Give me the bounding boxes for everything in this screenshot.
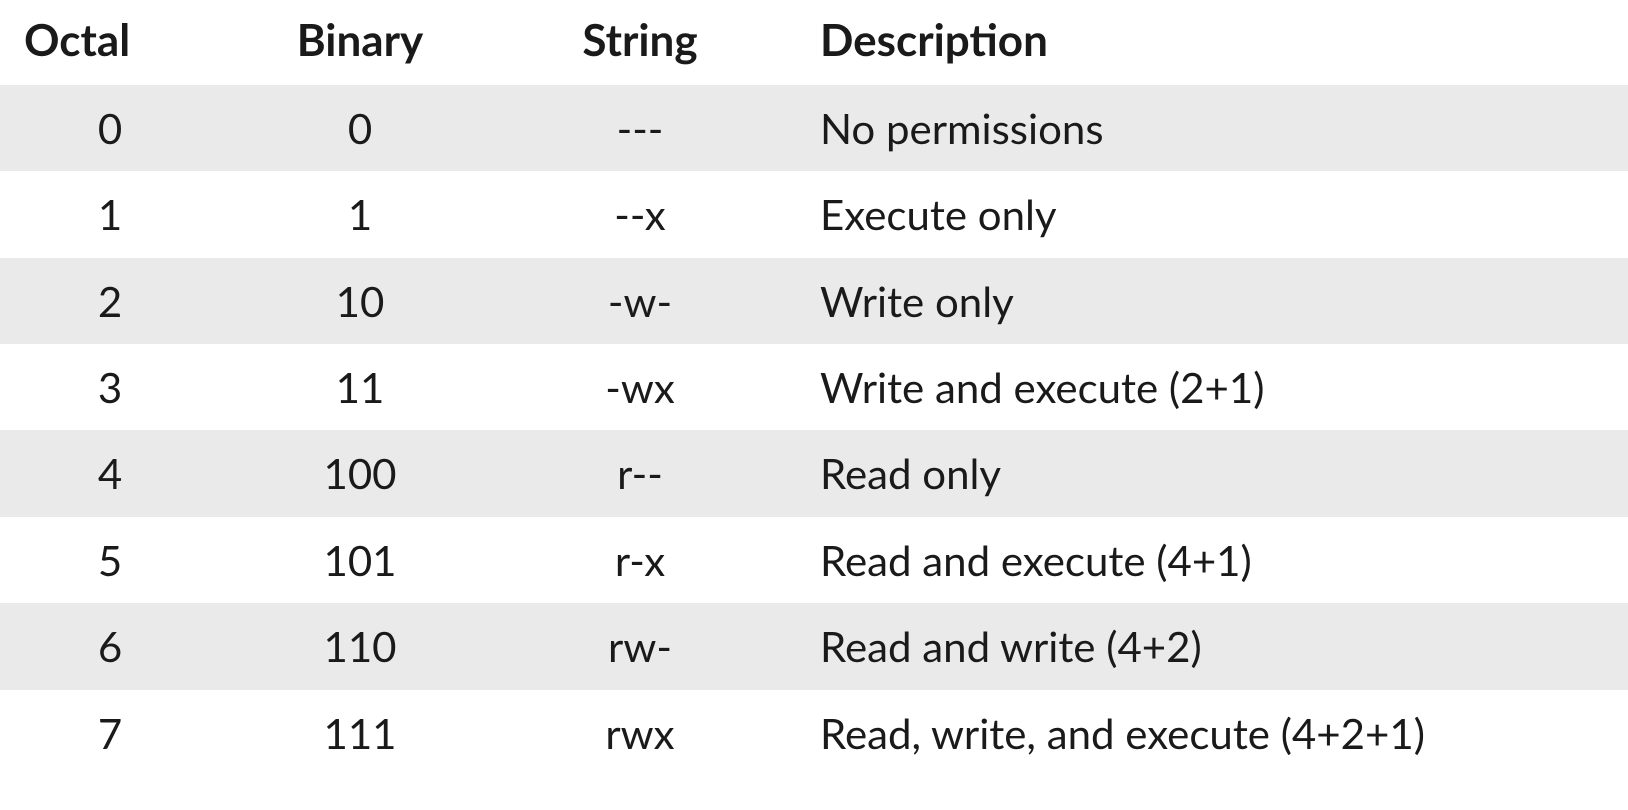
cell-string: rwx [500,690,780,776]
header-description: Description [780,0,1628,85]
cell-octal: 3 [0,344,220,430]
cell-binary: 101 [220,517,500,603]
header-octal: Octal [0,0,220,85]
table-row: 7 111 rwx Read, write, and execute (4+2+… [0,690,1628,776]
cell-octal: 4 [0,430,220,516]
table-row: 4 100 r-- Read only [0,430,1628,516]
table-row: 5 101 r-x Read and execute (4+1) [0,517,1628,603]
cell-description: Read only [780,430,1628,516]
cell-octal: 6 [0,603,220,689]
table-row: 6 110 rw- Read and write (4+2) [0,603,1628,689]
cell-binary: 111 [220,690,500,776]
header-binary: Binary [220,0,500,85]
cell-octal: 1 [0,171,220,257]
cell-description: Read and write (4+2) [780,603,1628,689]
table-row: 0 0 --- No permissions [0,85,1628,171]
cell-string: -w- [500,258,780,344]
cell-binary: 0 [220,85,500,171]
cell-description: Read and execute (4+1) [780,517,1628,603]
cell-string: --x [500,171,780,257]
table-header-row: Octal Binary String Description [0,0,1628,85]
cell-octal: 5 [0,517,220,603]
cell-binary: 1 [220,171,500,257]
cell-octal: 0 [0,85,220,171]
cell-description: Write and execute (2+1) [780,344,1628,430]
cell-binary: 100 [220,430,500,516]
table-row: 2 10 -w- Write only [0,258,1628,344]
cell-string: rw- [500,603,780,689]
table-row: 3 11 -wx Write and execute (2+1) [0,344,1628,430]
cell-string: r-- [500,430,780,516]
cell-binary: 10 [220,258,500,344]
cell-description: Execute only [780,171,1628,257]
cell-string: --- [500,85,780,171]
header-string: String [500,0,780,85]
cell-octal: 7 [0,690,220,776]
cell-binary: 11 [220,344,500,430]
cell-description: Write only [780,258,1628,344]
cell-octal: 2 [0,258,220,344]
cell-description: Read, write, and execute (4+2+1) [780,690,1628,776]
table-row: 1 1 --x Execute only [0,171,1628,257]
cell-string: r-x [500,517,780,603]
cell-binary: 110 [220,603,500,689]
cell-string: -wx [500,344,780,430]
cell-description: No permissions [780,85,1628,171]
permissions-table: Octal Binary String Description 0 0 --- … [0,0,1628,776]
